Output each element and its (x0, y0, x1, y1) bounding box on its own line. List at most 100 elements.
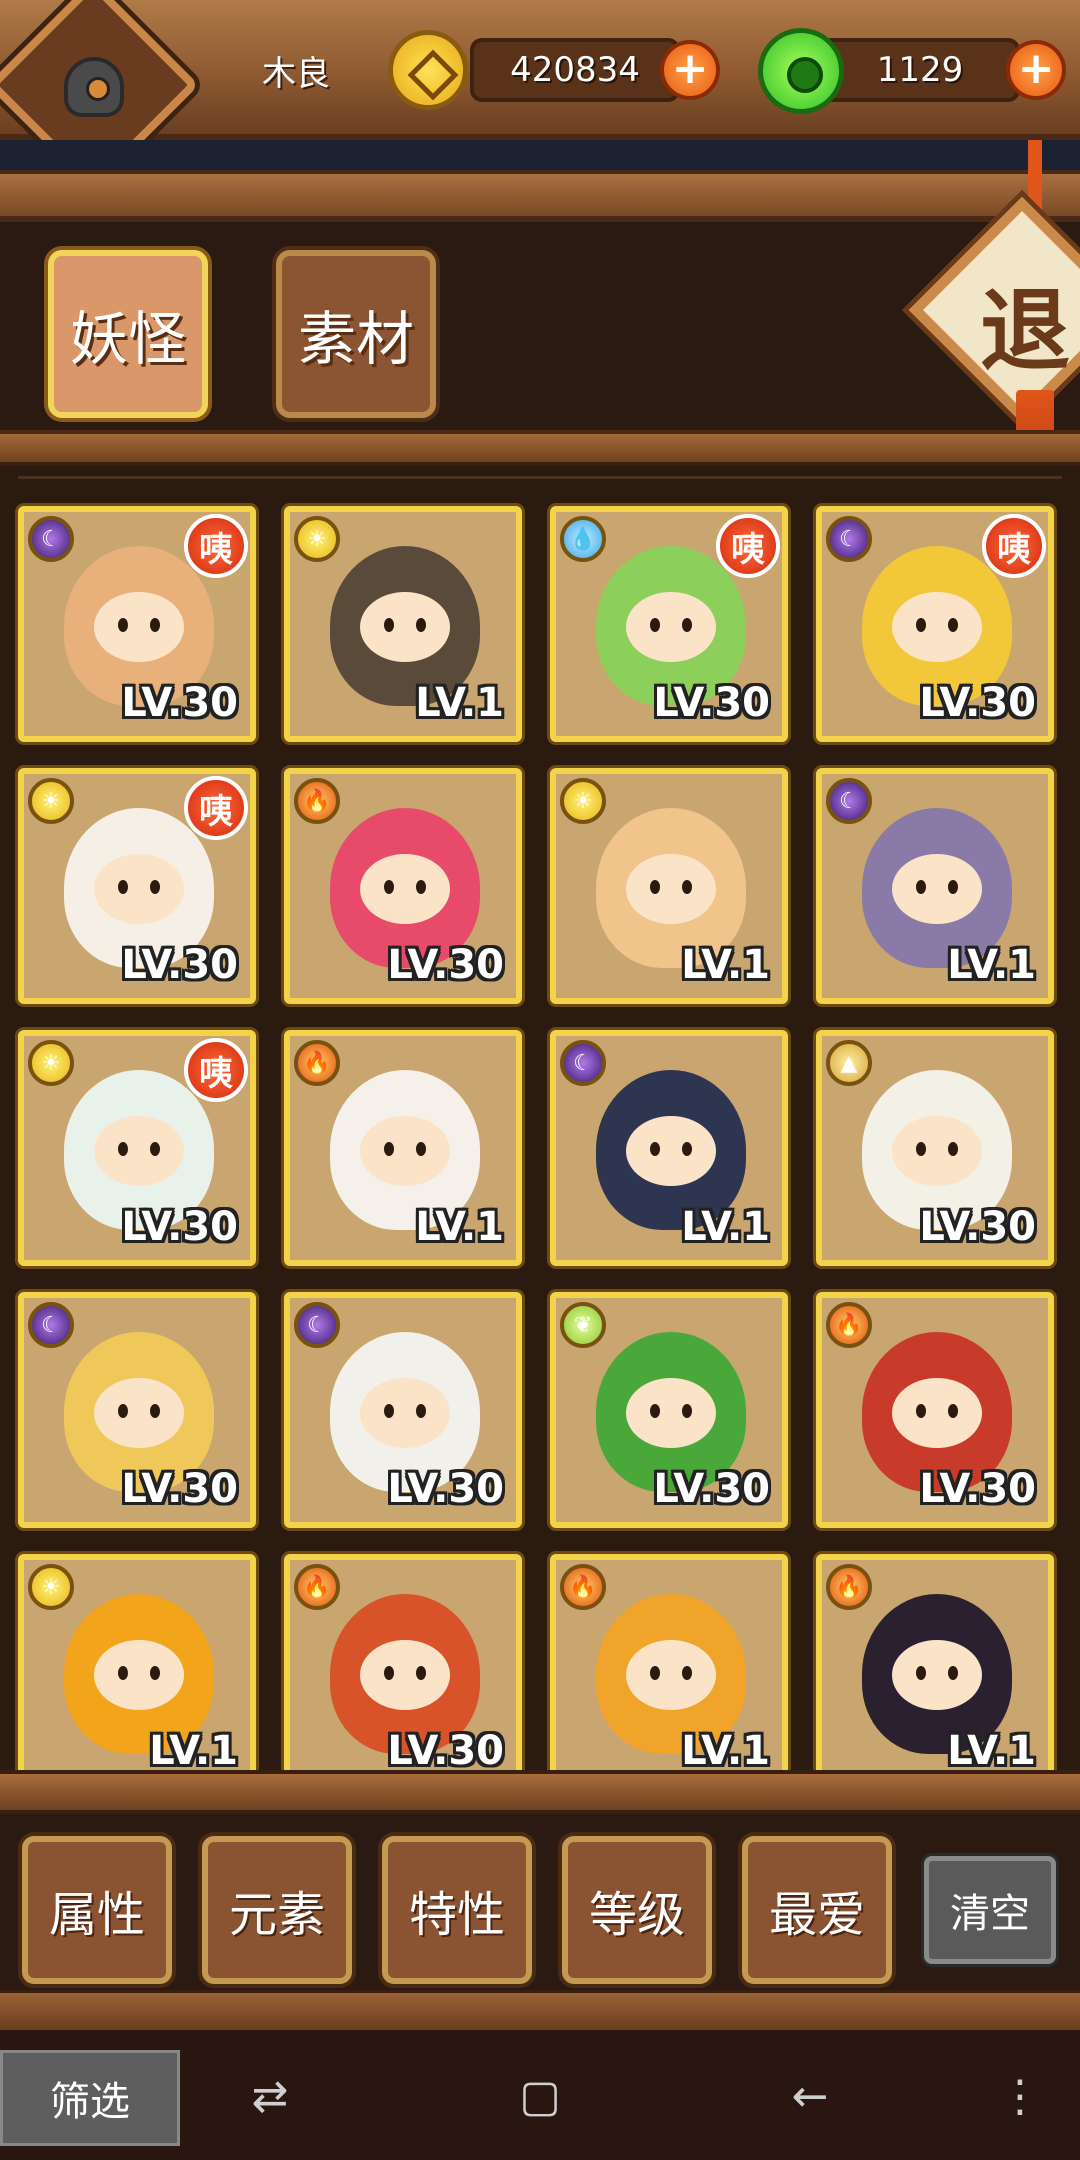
filter-button-bar: 清空 属性 元素 特性 等级 最爱 (0, 1814, 1080, 1990)
square-icon[interactable]: ▢ (510, 2066, 570, 2126)
system-nav-bar: 筛选 ⇄ ▢ ← ⋮ (0, 2030, 1080, 2160)
filter-button[interactable]: 最爱 (742, 1836, 892, 1984)
monster-card[interactable]: ☾ 咦 LV.30 (816, 506, 1054, 742)
dark-element-icon: ☾ (826, 516, 872, 562)
monster-level: LV.30 (653, 680, 770, 726)
monster-face (94, 1116, 184, 1186)
monster-card[interactable]: ☾ LV.1 (816, 768, 1054, 1004)
monster-level: LV.1 (415, 1204, 504, 1250)
light-element-icon: ☀ (28, 778, 74, 824)
monster-level: LV.30 (387, 1728, 504, 1774)
monster-level: LV.30 (121, 942, 238, 988)
monster-card[interactable]: ☾ LV.30 (284, 1292, 522, 1528)
monster-face (360, 1640, 450, 1710)
exit-button-label[interactable]: 退 (980, 258, 1070, 388)
new-badge: 咦 (184, 776, 248, 840)
monster-card[interactable]: 🔥 LV.1 (816, 1554, 1054, 1776)
monster-card[interactable]: 🔥 LV.30 (284, 1554, 522, 1776)
monster-card[interactable]: 💧 咦 LV.30 (550, 506, 788, 742)
filter-button[interactable]: 元素 (202, 1836, 352, 1984)
wood-plank-filters (0, 1990, 1080, 2030)
cauldron-icon[interactable] (52, 42, 136, 132)
monster-level: LV.30 (387, 942, 504, 988)
fire-element-icon: 🔥 (294, 1564, 340, 1610)
monster-face (94, 854, 184, 924)
swap-icon[interactable]: ⇄ (240, 2066, 300, 2126)
grid-divider (18, 476, 1062, 479)
monster-level: LV.1 (681, 1728, 770, 1774)
monster-card[interactable]: 🔥 LV.1 (550, 1554, 788, 1776)
clear-button[interactable]: 清空 (924, 1856, 1056, 1964)
monster-card[interactable]: ❦ LV.30 (550, 1292, 788, 1528)
new-badge: 咦 (982, 514, 1046, 578)
tab-materials[interactable]: 素材 (276, 250, 436, 418)
player-name: 木良 (262, 54, 330, 94)
light-element-icon: ☀ (294, 516, 340, 562)
monster-card[interactable]: ☀ LV.1 (18, 1554, 256, 1776)
monster-level: LV.30 (653, 1466, 770, 1512)
monster-card[interactable]: 🔥 LV.30 (284, 768, 522, 1004)
monster-level: LV.30 (919, 1204, 1036, 1250)
new-badge: 咦 (184, 1038, 248, 1102)
menu-icon[interactable]: ⋮ (990, 2066, 1050, 2126)
wood-shelf (0, 430, 1080, 466)
monster-face (94, 1378, 184, 1448)
monster-face (892, 854, 982, 924)
monster-face (626, 1116, 716, 1186)
water-element-icon: 💧 (560, 516, 606, 562)
monster-level: LV.1 (681, 942, 770, 988)
monster-card[interactable]: ☾ 咦 LV.30 (18, 506, 256, 742)
monster-card[interactable]: ☀ 咦 LV.30 (18, 1030, 256, 1266)
dark-element-icon: ☾ (28, 516, 74, 562)
monster-face (360, 1116, 450, 1186)
filter-button[interactable]: 特性 (382, 1836, 532, 1984)
monster-face (626, 1640, 716, 1710)
filter-tab[interactable]: 筛选 (0, 2050, 180, 2146)
fire-element-icon: 🔥 (826, 1564, 872, 1610)
light-element-icon: ☀ (560, 778, 606, 824)
filter-button[interactable]: 属性 (22, 1836, 172, 1984)
add-gems-button[interactable]: + (1006, 40, 1066, 100)
monster-card[interactable]: ☾ LV.30 (18, 1292, 256, 1528)
light-element-icon: ☀ (28, 1564, 74, 1610)
fire-element-icon: 🔥 (294, 1040, 340, 1086)
monster-face (94, 592, 184, 662)
monster-level: LV.30 (121, 1466, 238, 1512)
monster-level: LV.1 (149, 1728, 238, 1774)
monster-card[interactable]: ☀ 咦 LV.30 (18, 768, 256, 1004)
fire-element-icon: 🔥 (294, 778, 340, 824)
coin-count: 420834 (470, 38, 680, 102)
monster-face (892, 1640, 982, 1710)
filter-button[interactable]: 等级 (562, 1836, 712, 1984)
monster-card[interactable]: ☾ LV.1 (550, 1030, 788, 1266)
monster-face (360, 854, 450, 924)
monster-card[interactable]: 🔥 LV.1 (284, 1030, 522, 1266)
category-tab-area: 妖怪 素材 (0, 222, 1080, 430)
gem-count: 1129 (820, 38, 1020, 102)
dark-element-icon: ☾ (826, 778, 872, 824)
monster-grid: ☾ 咦 LV.30 ☀ LV.1 💧 咦 LV.30 ☾ 咦 LV.30 ☀ 咦 LV.30 🔥 LV.30 ☀… (0, 466, 1080, 1776)
monster-card[interactable]: 🔥 LV.30 (816, 1292, 1054, 1528)
dark-element-icon: ☾ (560, 1040, 606, 1086)
tab-monsters[interactable]: 妖怪 (48, 250, 208, 418)
monster-face (892, 592, 982, 662)
light-element-icon: ☀ (28, 1040, 74, 1086)
dark-element-icon: ☾ (294, 1302, 340, 1348)
add-coins-button[interactable]: + (660, 40, 720, 100)
monster-face (626, 592, 716, 662)
top-resource-bar: 木良 420834 + 1129 + (0, 0, 1080, 192)
monster-level: LV.30 (387, 1466, 504, 1512)
monster-level: LV.1 (681, 1204, 770, 1250)
monster-face (626, 1378, 716, 1448)
monster-face (94, 1640, 184, 1710)
monster-card[interactable]: ☀ LV.1 (284, 506, 522, 742)
monster-card[interactable]: ▲ LV.30 (816, 1030, 1054, 1266)
fire-element-icon: 🔥 (560, 1564, 606, 1610)
monster-level: LV.30 (121, 1204, 238, 1250)
back-arrow-icon[interactable]: ← (780, 2066, 840, 2126)
monster-card[interactable]: ☀ LV.1 (550, 768, 788, 1004)
monster-level: LV.30 (121, 680, 238, 726)
monster-face (626, 854, 716, 924)
monster-face (360, 592, 450, 662)
monster-level: LV.1 (415, 680, 504, 726)
